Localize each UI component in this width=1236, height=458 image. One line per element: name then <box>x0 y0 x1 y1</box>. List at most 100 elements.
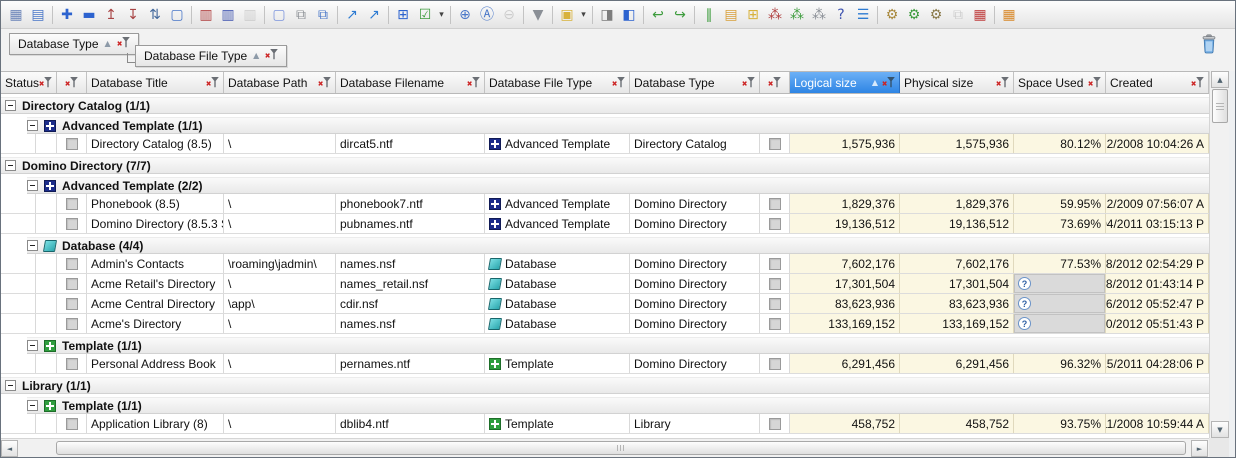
table-row[interactable]: Phonebook (8.5) \ phonebook7.ntf Advance… <box>1 194 1209 214</box>
row-checkbox[interactable] <box>66 278 78 290</box>
scroll-right-button[interactable]: ► <box>1191 440 1208 457</box>
table-row[interactable]: Acme Central Directory \app\ cdir.nsf Da… <box>1 294 1209 314</box>
clear-filter-icon[interactable]: ▼ <box>527 4 549 26</box>
collapse-icon[interactable] <box>5 160 16 171</box>
remove-item-icon[interactable]: ▬ <box>78 4 100 26</box>
table-row[interactable]: Acme's Directory \ names.nsf Database Do… <box>1 314 1209 334</box>
column-header-select[interactable] <box>57 72 87 93</box>
table-row[interactable]: Admin's Contacts \roaming\jadmin\ names.… <box>1 254 1209 274</box>
row-checkbox[interactable] <box>66 198 78 210</box>
table-row[interactable]: Directory Catalog (8.5) \ dircat5.ntf Ad… <box>1 134 1209 154</box>
group-row-level-1[interactable]: Domino Directory (7/7) <box>1 157 1209 174</box>
zoom-font-icon[interactable]: Ⓐ <box>476 4 498 26</box>
filter-icon[interactable] <box>39 77 52 88</box>
filter-icon[interactable] <box>206 77 219 88</box>
filter-icon[interactable] <box>1088 77 1101 88</box>
row-checkbox[interactable] <box>66 418 78 430</box>
column-highlight-icon[interactable]: ▤ <box>720 4 742 26</box>
select-region-icon[interactable]: ▢ <box>166 4 188 26</box>
group-row-level-1[interactable]: Library (1/1) <box>1 377 1209 394</box>
column-group-icon[interactable]: ∥ <box>698 4 720 26</box>
flag-checkbox[interactable] <box>769 218 781 230</box>
settings-folder-icon[interactable]: ⚙ <box>925 4 947 26</box>
table-row[interactable]: Personal Address Book \ pernames.ntf Tem… <box>1 354 1209 374</box>
filter-icon[interactable] <box>612 77 625 88</box>
scroll-up-button[interactable]: ▲ <box>1211 71 1229 88</box>
scroll-down-button[interactable]: ▼ <box>1211 421 1229 438</box>
import-options-icon[interactable]: ↪ <box>669 4 691 26</box>
split-column-left-icon[interactable]: ▥ <box>195 4 217 26</box>
filter-icon[interactable] <box>996 77 1009 88</box>
group-chip-database-type[interactable]: Database Type ▲ <box>9 33 139 55</box>
group-chip-database-file-type[interactable]: Database File Type ▲ <box>135 45 287 67</box>
table-row[interactable]: Domino Directory (8.5.3 Se \ pubnames.nt… <box>1 214 1209 234</box>
add-note-icon[interactable]: ▣ <box>556 4 578 26</box>
group-row-level-2[interactable]: Advanced Template (1/1) <box>27 117 1209 134</box>
collapse-icon[interactable] <box>27 240 38 251</box>
copy-icon[interactable]: ⧉ <box>290 4 312 26</box>
copy-table-icon[interactable]: ⧉ <box>312 4 334 26</box>
hierarchy-options-icon[interactable]: ⁂ <box>808 4 830 26</box>
group-row-level-2[interactable]: Advanced Template (2/2) <box>27 177 1209 194</box>
table-notes-icon[interactable]: ⊞ <box>742 4 764 26</box>
collapse-section-icon[interactable]: ◧ <box>618 4 640 26</box>
filter-icon[interactable] <box>742 77 755 88</box>
filter-icon[interactable] <box>318 77 331 88</box>
column-header-created[interactable]: Created <box>1106 72 1209 93</box>
filter-icon[interactable] <box>768 77 781 88</box>
flag-checkbox[interactable] <box>769 278 781 290</box>
zoom-out-icon[interactable]: ⊖ <box>498 4 520 26</box>
filter-icon[interactable] <box>1191 77 1204 88</box>
horizontal-scroll-thumb[interactable] <box>56 441 1186 455</box>
list-view-icon[interactable]: ☰ <box>852 4 874 26</box>
export-options-icon[interactable]: ↗ <box>363 4 385 26</box>
scroll-left-button[interactable]: ◄ <box>1 440 18 457</box>
column-header-physical-size[interactable]: Physical size <box>900 72 1014 93</box>
delete-grouping-button[interactable] <box>1197 32 1221 58</box>
column-header-database-title[interactable]: Database Title <box>87 72 224 93</box>
horizontal-scrollbar[interactable]: ◄ ► <box>1 438 1209 457</box>
row-checkbox[interactable] <box>66 318 78 330</box>
flag-checkbox[interactable] <box>769 358 781 370</box>
zoom-in-icon[interactable]: ⊕ <box>454 4 476 26</box>
filter-icon[interactable] <box>65 77 78 88</box>
filter-icon[interactable] <box>882 77 895 88</box>
move-up-icon[interactable]: ↥ <box>100 4 122 26</box>
selection-mode-icon[interactable]: ▢ <box>268 4 290 26</box>
row-checkbox[interactable] <box>66 358 78 370</box>
flag-checkbox[interactable] <box>769 258 781 270</box>
summary-view-icon[interactable]: ▦ <box>998 4 1020 26</box>
add-item-icon[interactable]: ✚ <box>56 4 78 26</box>
vertical-scroll-thumb[interactable] <box>1212 89 1228 123</box>
row-checkbox[interactable] <box>66 218 78 230</box>
table-validation-icon[interactable]: ☑ <box>414 4 436 26</box>
table-layout-icon[interactable]: ▤ <box>27 4 49 26</box>
collapse-icon[interactable] <box>5 380 16 391</box>
hierarchy-expand-icon[interactable]: ⁂ <box>786 4 808 26</box>
import-icon[interactable]: ↩ <box>647 4 669 26</box>
filter-icon[interactable] <box>467 77 480 88</box>
column-header-logical-size[interactable]: Logical size▲ <box>790 72 900 93</box>
table-properties-icon[interactable]: ▦ <box>5 4 27 26</box>
table-row[interactable]: Acme Retail's Directory \ names_retail.n… <box>1 274 1209 294</box>
column-header-flag[interactable] <box>760 72 790 93</box>
column-header-status[interactable]: Status <box>1 72 57 93</box>
flag-checkbox[interactable] <box>769 318 781 330</box>
hide-column-icon[interactable]: ▥ <box>239 4 261 26</box>
reorder-rows-icon[interactable]: ⇅ <box>144 4 166 26</box>
collapse-icon[interactable] <box>27 400 38 411</box>
filter-icon[interactable] <box>265 49 278 63</box>
table-refresh-icon[interactable]: ⊞ <box>392 4 414 26</box>
hierarchy-icon[interactable]: ⁂ <box>764 4 786 26</box>
table-row[interactable]: Application Library (8) \ dblib4.ntf Tem… <box>1 414 1209 434</box>
column-header-database-type[interactable]: Database Type <box>630 72 760 93</box>
column-header-database-filename[interactable]: Database Filename <box>336 72 485 93</box>
column-header-database-path[interactable]: Database Path <box>224 72 336 93</box>
flag-checkbox[interactable] <box>769 138 781 150</box>
expand-section-icon[interactable]: ◨ <box>596 4 618 26</box>
flag-checkbox[interactable] <box>769 298 781 310</box>
filter-icon[interactable] <box>117 37 130 51</box>
vertical-scrollbar[interactable]: ▲ ▼ <box>1209 71 1229 438</box>
row-checkbox[interactable] <box>66 138 78 150</box>
group-row-level-2[interactable]: Template (1/1) <box>27 397 1209 414</box>
